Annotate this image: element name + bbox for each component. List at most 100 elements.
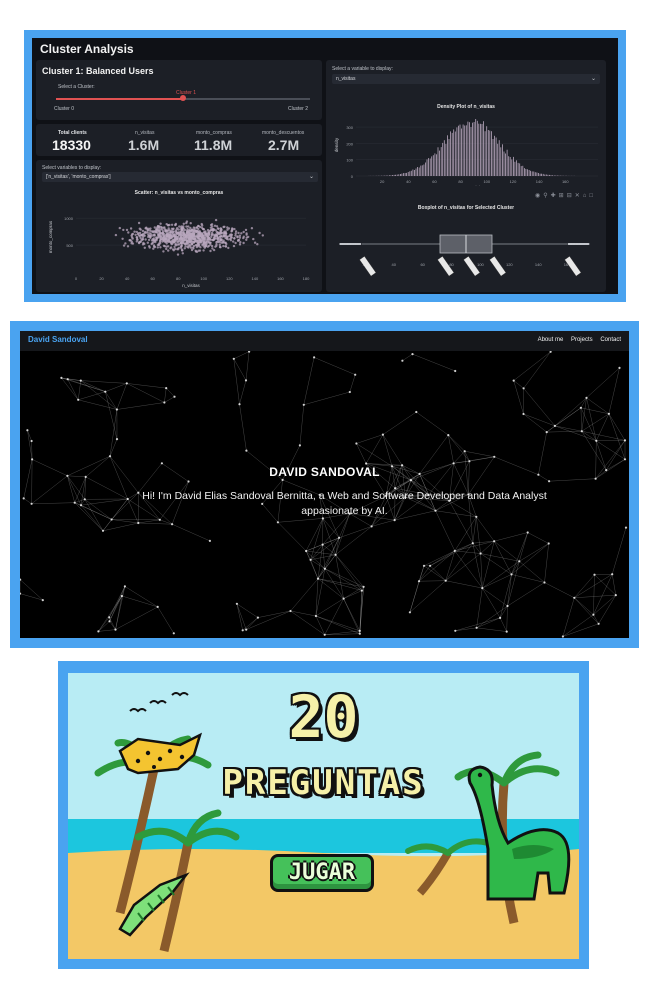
metric-label-total: Total clients <box>58 130 87 136</box>
variable-select[interactable]: n_visitas ⌄ <box>332 74 600 84</box>
metric-value-discounts: 2.7M <box>268 137 300 153</box>
nav-contact[interactable]: Contact <box>600 337 621 343</box>
scatter-point <box>256 243 259 246</box>
network-node <box>305 549 308 553</box>
nav-projects[interactable]: Projects <box>571 337 593 343</box>
network-link <box>80 505 104 531</box>
scatter-point <box>149 236 152 239</box>
network-node <box>20 592 22 595</box>
scatter-point <box>250 227 254 230</box>
scatter-point <box>209 241 212 245</box>
network-link <box>356 434 383 444</box>
network-link <box>382 434 403 466</box>
density-bar <box>393 174 395 176</box>
play-button[interactable]: JUGAR <box>270 854 374 892</box>
variables-multiselect[interactable]: ['n_visitas', 'monto_compras'] ⌄ <box>42 172 318 182</box>
network-node <box>115 408 118 411</box>
network-node <box>618 366 621 369</box>
scatter-point <box>177 246 180 250</box>
network-node <box>401 359 404 362</box>
metric-value-purchases: 11.8M <box>194 137 233 153</box>
network-link <box>80 498 128 506</box>
scatter-point <box>205 240 208 244</box>
network-link <box>596 440 626 460</box>
network-link <box>335 526 372 555</box>
scatter-title: Scatter: n_visitas vs monto_compras <box>135 190 224 196</box>
network-link <box>108 586 126 618</box>
scatter-point <box>183 247 186 250</box>
density-bar <box>461 128 462 176</box>
zoom-in-icon[interactable]: ⊞ <box>559 193 567 199</box>
scatter-point <box>197 241 200 245</box>
slider-handle[interactable] <box>180 95 186 101</box>
scatter-point <box>198 249 202 252</box>
zoom-out-icon[interactable]: ⊟ <box>567 193 575 199</box>
multiselect-value: ['n_visitas', 'monto_compras'] <box>46 174 111 180</box>
density-x-label: n_visitas <box>468 185 486 186</box>
network-link <box>476 605 508 629</box>
network-link <box>23 498 32 505</box>
autoscale-icon[interactable]: ✕ <box>575 193 583 199</box>
network-node <box>393 519 396 522</box>
network-link <box>277 522 307 552</box>
zoom-icon[interactable]: ⚲ <box>543 193 550 199</box>
brand-logo[interactable]: David Sandoval <box>28 335 88 344</box>
density-bar <box>458 125 459 176</box>
density-x-tick: 120 <box>510 179 517 184</box>
scatter-point <box>180 249 184 252</box>
density-bar <box>429 158 431 176</box>
scatter-point <box>165 247 168 251</box>
density-bar <box>469 122 470 176</box>
network-link <box>322 518 336 555</box>
density-bar <box>483 121 484 176</box>
scatter-point <box>190 228 194 232</box>
network-link <box>476 516 481 554</box>
scatter-point <box>204 235 207 238</box>
density-x-tick: 60 <box>432 179 437 184</box>
density-bar <box>486 126 488 176</box>
network-node <box>545 431 548 434</box>
scatter-point <box>182 241 185 245</box>
network-node <box>595 439 598 442</box>
variable-select-label: Select a variable to display: <box>332 66 393 72</box>
hero-name: DAVID SANDOVAL <box>269 465 380 479</box>
network-node <box>522 412 525 416</box>
scatter-point <box>177 228 180 231</box>
network-link <box>482 574 512 589</box>
scatter-point <box>159 235 163 238</box>
network-link <box>310 554 336 561</box>
scatter-point <box>215 233 218 237</box>
scatter-point <box>238 234 242 237</box>
scatter-point <box>156 225 159 229</box>
scatter-point <box>137 221 141 225</box>
camera-icon[interactable]: ◉ <box>535 193 543 199</box>
network-link <box>109 409 118 457</box>
scatter-point <box>128 239 131 242</box>
scatter-point <box>238 243 242 246</box>
scatter-point <box>147 227 150 230</box>
slider-fill <box>56 98 183 100</box>
scatter-point <box>216 238 220 241</box>
nav-about[interactable]: About me <box>538 337 564 343</box>
network-node <box>475 626 478 629</box>
scatter-point <box>153 245 157 249</box>
density-bar <box>506 149 508 176</box>
network-link <box>67 475 86 500</box>
scatter-point <box>181 239 184 242</box>
density-bar <box>494 135 495 176</box>
density-bar <box>503 151 505 176</box>
density-bar <box>431 156 433 176</box>
pan-icon[interactable]: ✚ <box>551 193 559 199</box>
network-node <box>73 501 76 504</box>
network-node <box>235 602 238 605</box>
network-background <box>20 350 628 638</box>
density-bar <box>447 135 448 176</box>
game-screen: 20 PREGUNTAS JUGAR <box>68 673 579 959</box>
boxplot-x-tick: 60 <box>420 262 425 267</box>
network-node <box>60 376 63 379</box>
density-bar <box>547 174 549 176</box>
scatter-point <box>188 238 191 241</box>
network-link <box>608 367 620 414</box>
scatter-point <box>159 232 162 235</box>
scatter-point <box>216 227 220 230</box>
